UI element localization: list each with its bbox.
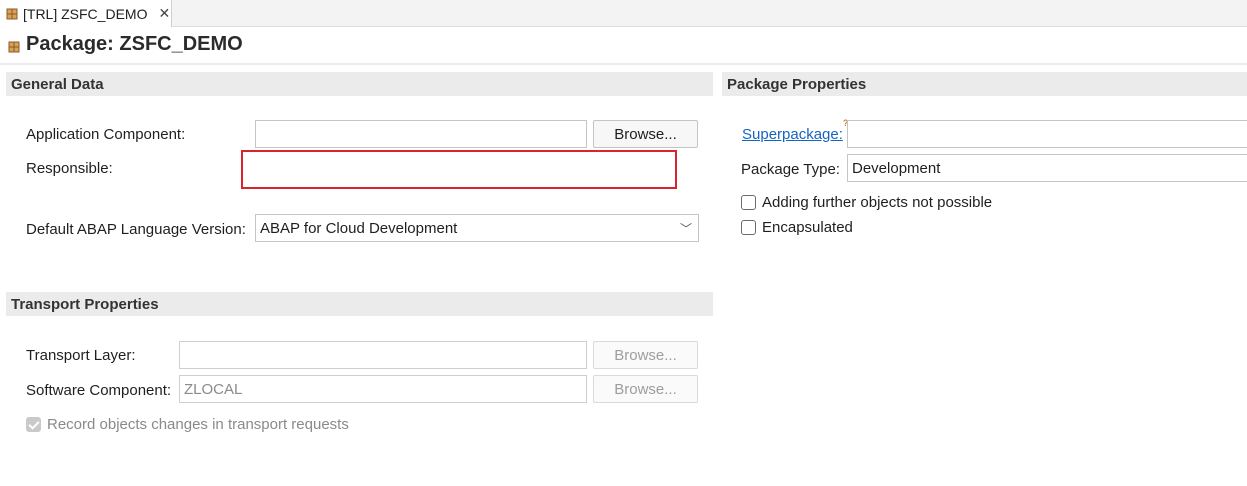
superpackage-link[interactable]: Superpackage:	[742, 126, 843, 143]
software-component-browse-button: Browse...	[593, 375, 698, 403]
chevron-down-icon: ﹀	[679, 222, 692, 236]
software-component-field: ZLOCAL	[179, 375, 587, 403]
general-data-header: General Data	[6, 72, 713, 96]
language-version-select[interactable]: ABAP for Cloud Development ﹀	[255, 214, 699, 242]
record-objects-checkbox	[26, 417, 41, 432]
package-properties-header: Package Properties	[722, 72, 1247, 96]
editor-tab[interactable]: [TRL] ZSFC_DEMO ✕	[0, 0, 172, 27]
record-objects-label: Record objects changes in transport requ…	[47, 416, 349, 433]
adding-objects-checkbox[interactable]	[741, 195, 756, 210]
superpackage-field[interactable]	[847, 120, 1247, 148]
editor-tab-label: [TRL] ZSFC_DEMO	[23, 5, 148, 22]
title-divider	[0, 63, 1247, 65]
adding-objects-label[interactable]: Adding further objects not possible	[762, 194, 992, 211]
close-icon[interactable]: ✕	[158, 5, 170, 22]
page-title-text: Package: ZSFC_DEMO	[26, 33, 243, 55]
package-icon	[8, 41, 20, 52]
package-type-label: Package Type:	[741, 161, 840, 178]
adding-objects-checkbox-row[interactable]: Adding further objects not possible	[741, 194, 992, 211]
package-type-field[interactable]: Development	[847, 154, 1247, 182]
transport-properties-header: Transport Properties	[6, 292, 713, 316]
encapsulated-label[interactable]: Encapsulated	[762, 219, 853, 236]
language-version-value: ABAP for Cloud Development	[260, 219, 458, 237]
responsible-label: Responsible:	[26, 160, 113, 177]
package-icon	[6, 8, 18, 19]
transport-layer-browse-button: Browse...	[593, 341, 698, 369]
record-objects-checkbox-row: Record objects changes in transport requ…	[26, 416, 349, 433]
superpackage-label-group: Superpackage: ?	[742, 118, 848, 143]
encapsulated-checkbox[interactable]	[741, 220, 756, 235]
software-component-label: Software Component:	[26, 382, 172, 399]
app-component-field[interactable]	[255, 120, 587, 148]
app-component-browse-button[interactable]: Browse...	[593, 120, 698, 148]
page-title: Package: ZSFC_DEMO	[8, 33, 243, 56]
transport-layer-field	[179, 341, 587, 369]
editor-tab-strip	[0, 0, 1247, 27]
encapsulated-checkbox-row[interactable]: Encapsulated	[741, 219, 853, 236]
language-version-label: Default ABAP Language Version:	[26, 221, 246, 238]
transport-layer-label: Transport Layer:	[26, 347, 136, 364]
app-component-label: Application Component:	[26, 126, 186, 143]
responsible-field[interactable]	[241, 150, 677, 189]
